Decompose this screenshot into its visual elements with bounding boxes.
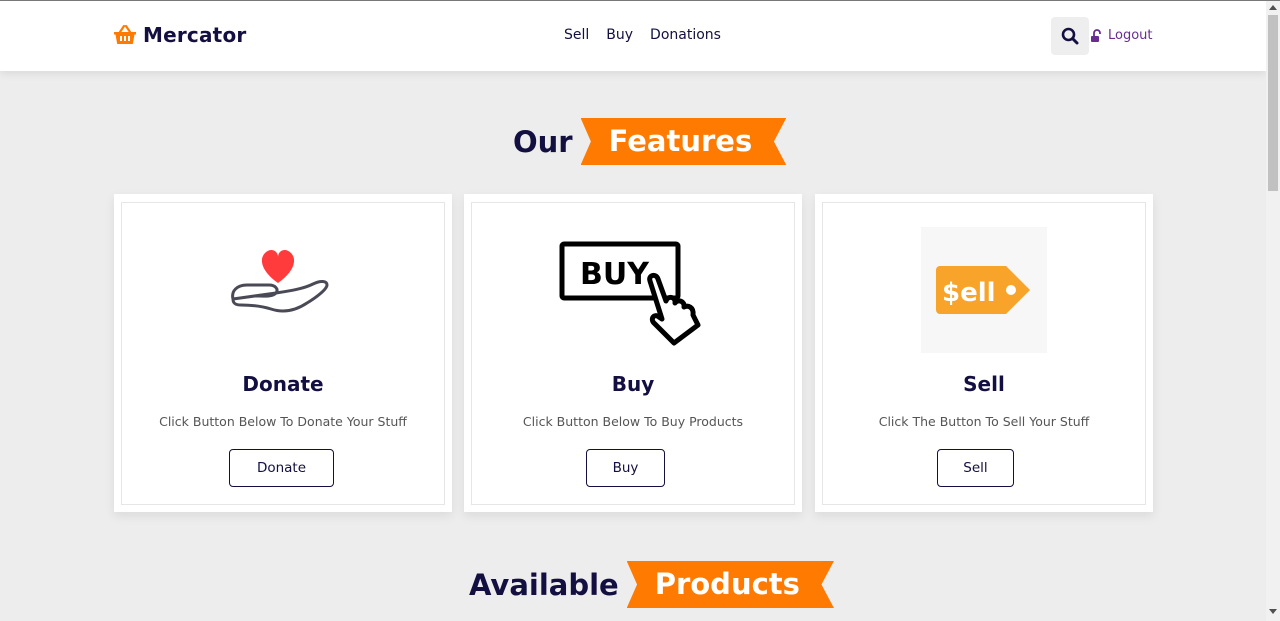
brand-logo[interactable]: Mercator xyxy=(113,23,246,47)
brand-name: Mercator xyxy=(143,23,247,47)
card-title: Sell xyxy=(963,372,1005,396)
heart-hand-icon xyxy=(231,250,329,313)
main-nav: Sell Buy Donations xyxy=(564,27,721,43)
products-heading: Available Products xyxy=(469,561,834,608)
card-description: Click Button Below To Donate Your Stuff xyxy=(159,414,407,429)
svg-text:BUY: BUY xyxy=(580,257,650,292)
svg-text:$ell: $ell xyxy=(942,278,996,308)
search-icon xyxy=(1061,27,1079,45)
feature-card-sell: $ell Sell Click The Button To Sell Your … xyxy=(815,194,1153,512)
shopping-basket-icon xyxy=(114,24,136,44)
page-scrollbar[interactable] xyxy=(1266,1,1280,621)
card-title: Donate xyxy=(242,372,324,396)
sell-tag-icon: $ell xyxy=(936,266,1030,314)
card-description: Click The Button To Sell Your Stuff xyxy=(878,414,1090,429)
logout-link[interactable]: Logout xyxy=(1090,28,1153,43)
search-button[interactable] xyxy=(1051,17,1089,55)
nav-link-buy[interactable]: Buy xyxy=(606,27,633,43)
sell-button[interactable]: Sell xyxy=(937,449,1014,487)
feature-card-donate: Donate Click Button Below To Donate Your… xyxy=(114,194,452,512)
unlock-icon xyxy=(1091,28,1101,42)
donate-button[interactable]: Donate xyxy=(229,449,334,487)
products-heading-plain: Available xyxy=(469,567,619,602)
features-heading-plain: Our xyxy=(513,124,573,159)
nav-link-sell[interactable]: Sell xyxy=(564,27,589,43)
feature-card-buy: BUY Buy Click Button Below To Buy Produc… xyxy=(464,194,802,512)
scroll-down-arrow-icon[interactable] xyxy=(1269,609,1277,614)
site-header: Mercator Sell Buy Donations Logout xyxy=(0,1,1266,71)
features-heading: Our Features xyxy=(513,118,787,165)
products-heading-highlight: Products xyxy=(626,561,834,608)
logout-label: Logout xyxy=(1108,28,1153,43)
scrollbar-thumb[interactable] xyxy=(1268,15,1278,191)
buy-button[interactable]: Buy xyxy=(586,449,665,487)
buy-click-icon: BUY xyxy=(559,241,701,346)
card-title: Buy xyxy=(611,372,655,396)
nav-link-donations[interactable]: Donations xyxy=(650,27,721,43)
card-description: Click Button Below To Buy Products xyxy=(522,414,744,429)
features-heading-highlight: Features xyxy=(580,118,787,165)
scroll-up-arrow-icon[interactable] xyxy=(1269,5,1277,10)
